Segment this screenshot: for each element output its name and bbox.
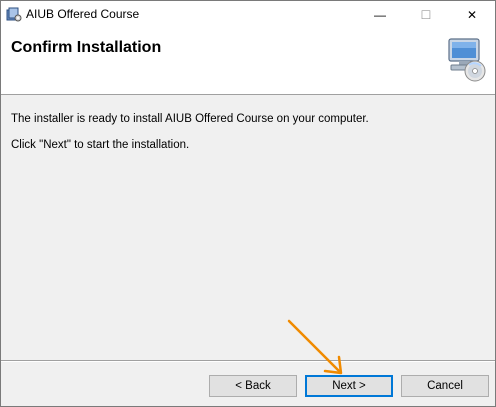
page-title: Confirm Installation <box>11 39 162 56</box>
installer-window: AIUB Offered Course — ☐ ✕ Confirm Instal… <box>0 0 496 407</box>
minimize-button[interactable]: — <box>357 1 403 29</box>
installer-app-icon <box>6 6 22 22</box>
annotation-arrow-icon <box>287 319 343 375</box>
wizard-header: Confirm Installation <box>1 29 495 95</box>
maximize-icon: ☐ <box>420 8 432 22</box>
close-button[interactable]: ✕ <box>449 1 495 29</box>
footer-divider <box>1 360 495 362</box>
instruction-next-text: Click "Next" to start the installation. <box>11 139 190 151</box>
maximize-button[interactable]: ☐ <box>403 1 449 29</box>
computer-disc-icon <box>441 35 489 83</box>
minimize-icon: — <box>374 8 386 22</box>
back-button[interactable]: < Back <box>209 375 297 397</box>
close-icon: ✕ <box>466 8 478 22</box>
instruction-ready-text: The installer is ready to install AIUB O… <box>11 113 369 125</box>
cancel-button[interactable]: Cancel <box>401 375 489 397</box>
window-title: AIUB Offered Course <box>26 7 140 21</box>
title-bar[interactable]: AIUB Offered Course — ☐ ✕ <box>1 1 495 29</box>
next-button[interactable]: Next > <box>305 375 393 397</box>
